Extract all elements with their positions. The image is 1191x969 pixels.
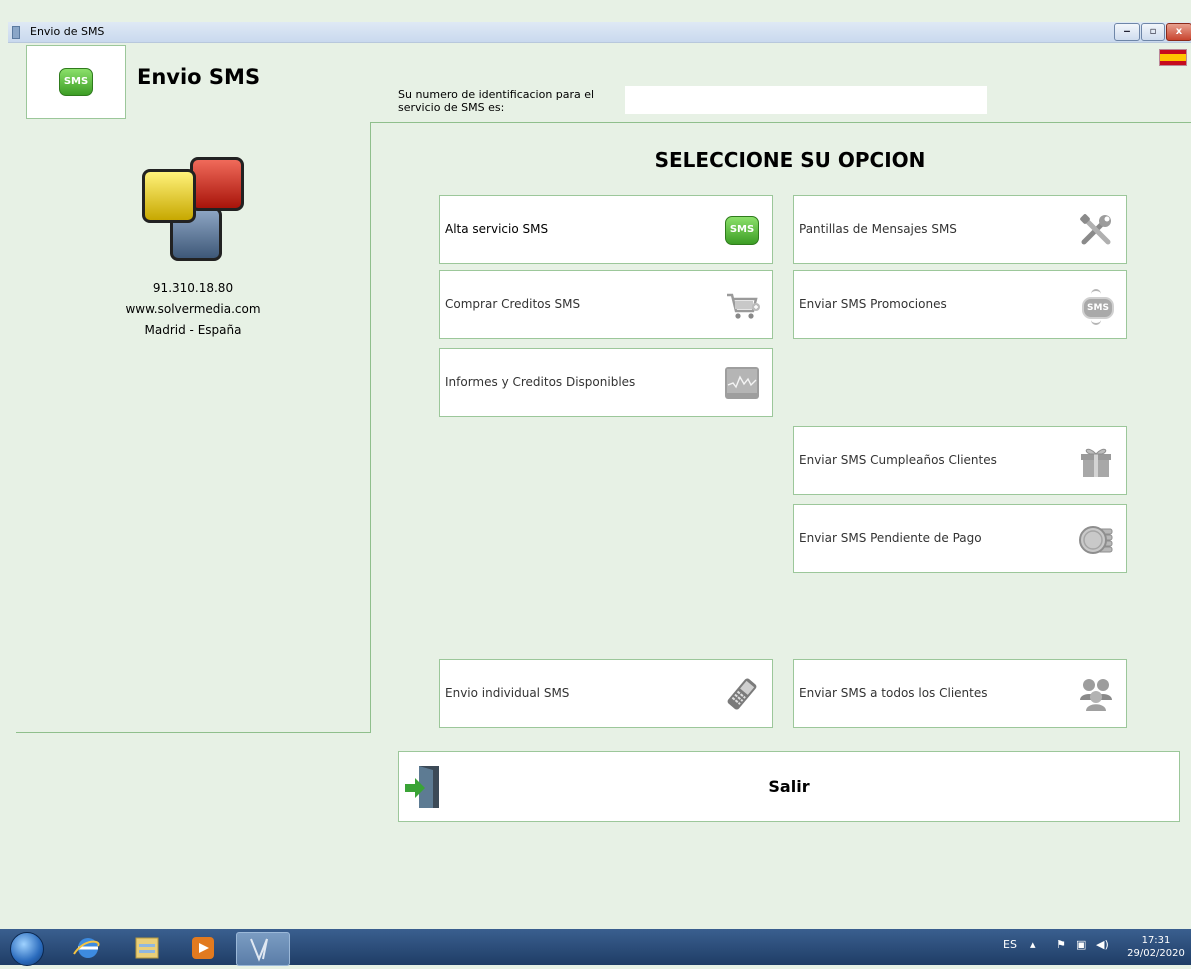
plantillas-mensajes-label: Pantillas de Mensajes SMS (799, 222, 957, 236)
sms-cumpleanos-label: Enviar SMS Cumpleaños Clientes (799, 453, 997, 467)
internet-explorer-icon[interactable] (68, 934, 108, 962)
close-icon: x (1175, 26, 1183, 37)
app-title: Envio SMS (137, 65, 261, 89)
minimize-button[interactable]: ‒ (1114, 23, 1140, 41)
informes-creditos-button[interactable]: Informes y Creditos Disponibles (439, 348, 773, 417)
company-location: Madrid - España (144, 323, 242, 337)
sms-todos-clientes-button[interactable]: Enviar SMS a todos los Clientes (793, 659, 1127, 728)
volume-icon[interactable]: ◀) (1096, 938, 1109, 951)
comprar-creditos-button[interactable]: Comprar Creditos SMS (439, 270, 773, 339)
plantillas-mensajes-button[interactable]: Pantillas de Mensajes SMS (793, 195, 1127, 264)
options-panel-top-border (370, 122, 1191, 125)
envio-individual-label: Envio individual SMS (445, 686, 570, 700)
envio-individual-button[interactable]: Envio individual SMS (439, 659, 773, 728)
comprar-creditos-label: Comprar Creditos SMS (445, 297, 581, 311)
sms-promociones-label: Enviar SMS Promociones (799, 297, 947, 311)
maximize-icon: ▫ (1149, 26, 1157, 37)
salir-label: Salir (768, 777, 810, 796)
taskbar-clock[interactable]: 17:31 29/02/2020 (1125, 934, 1187, 960)
taskbar-app-active[interactable] (236, 932, 290, 966)
report-graph-icon (725, 367, 759, 399)
options-panel-divider (370, 122, 371, 732)
id-field[interactable] (625, 86, 987, 114)
show-hidden-icons-icon[interactable]: ▴ (1030, 938, 1036, 951)
file-explorer-icon[interactable] (126, 934, 166, 962)
shopping-cart-icon (727, 293, 760, 319)
users-group-icon (1080, 679, 1112, 711)
close-button[interactable]: x (1166, 23, 1191, 41)
app-logo-box: SMS (26, 45, 126, 119)
tools-icon (1080, 214, 1111, 245)
maximize-button[interactable]: ▫ (1141, 23, 1165, 41)
coins-icon (1079, 526, 1113, 554)
network-icon[interactable]: ▣ (1076, 938, 1086, 951)
salir-button[interactable]: Salir (398, 751, 1180, 822)
sms-pendiente-pago-button[interactable]: Enviar SMS Pendiente de Pago (793, 504, 1127, 573)
window-title: Envio de SMS (30, 25, 105, 38)
minimize-icon: ‒ (1123, 26, 1131, 37)
company-logo (140, 155, 244, 265)
action-center-icon[interactable]: ⚑ (1056, 938, 1066, 951)
sms-promociones-button[interactable]: Enviar SMS Promociones SMS (793, 270, 1127, 339)
clock-time: 17:31 (1141, 935, 1171, 946)
app-icon (250, 938, 268, 962)
sms-pendiente-pago-label: Enviar SMS Pendiente de Pago (799, 531, 982, 545)
company-website: www.solvermedia.com (125, 302, 261, 316)
media-player-icon[interactable] (182, 934, 222, 962)
window-titlebar[interactable]: Envio de SMS ‒ ▫ x (8, 22, 1191, 43)
mobile-phone-icon (727, 678, 757, 710)
sms-logo-icon: SMS (59, 68, 93, 96)
app-icon (12, 26, 20, 39)
clock-date: 29/02/2020 (1127, 948, 1185, 959)
sms-cumpleanos-button[interactable]: Enviar SMS Cumpleaños Clientes (793, 426, 1127, 495)
informes-creditos-label: Informes y Creditos Disponibles (445, 375, 636, 389)
alta-servicio-label: Alta servicio SMS (445, 222, 549, 236)
spain-flag-icon[interactable] (1159, 49, 1187, 66)
alta-servicio-button[interactable]: Alta servicio SMS SMS (439, 195, 773, 264)
language-indicator[interactable]: ES (1003, 938, 1017, 951)
start-button[interactable] (10, 932, 44, 966)
gift-icon (1081, 448, 1111, 477)
sms-broadcast-icon: SMS (1078, 287, 1114, 325)
id-label: Su numero de identificacion para el serv… (398, 88, 595, 114)
sms-bubble-icon: SMS (724, 212, 760, 248)
sms-todos-clientes-label: Enviar SMS a todos los Clientes (799, 686, 988, 700)
company-phone: 91.310.18.80 (152, 281, 234, 295)
section-title: SELECCIONE SU OPCION (654, 148, 926, 172)
